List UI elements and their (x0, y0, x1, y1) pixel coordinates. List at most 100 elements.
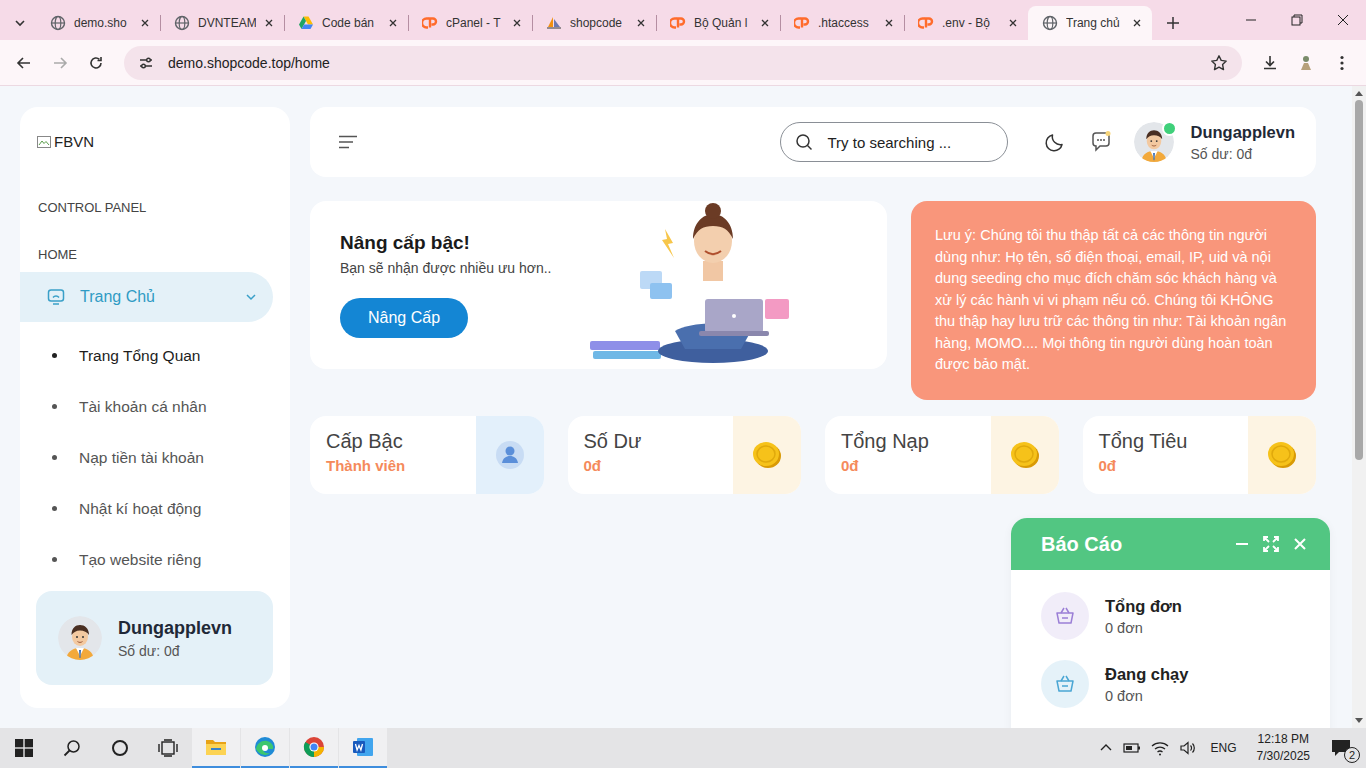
report-title: Báo Cáo (1041, 533, 1122, 556)
taskbar-app[interactable] (241, 728, 289, 768)
forward-button[interactable] (44, 47, 76, 79)
cortana-button[interactable] (96, 728, 144, 768)
menu-button[interactable] (1326, 47, 1358, 79)
taskbar-app[interactable] (290, 728, 338, 768)
user-name: Dungapplevn (118, 618, 232, 639)
messages-button[interactable] (1078, 130, 1124, 154)
cpanel-icon (918, 15, 934, 31)
close-icon[interactable] (1008, 18, 1018, 28)
task-view-button[interactable] (144, 728, 192, 768)
report-widget: Báo CáoTổng đơn0 đơnĐang chạy0 đơn (1011, 518, 1330, 728)
user-balance: Số dư: 0đ (1190, 146, 1295, 162)
stat-icon-box (733, 416, 801, 494)
user-name: Dungapplevn (1190, 123, 1295, 142)
taskbar-app[interactable] (339, 728, 387, 768)
close-icon[interactable] (1132, 18, 1142, 28)
browser-tab[interactable]: Code bán (284, 6, 408, 40)
browser-tab[interactable]: .htaccess (780, 6, 904, 40)
report-header: Báo Cáo (1011, 518, 1330, 570)
theme-toggle-button[interactable] (1032, 131, 1078, 153)
submenu-item[interactable]: Tài khoản cá nhân (20, 381, 273, 432)
close-icon[interactable] (1292, 536, 1308, 552)
chevron-up-icon[interactable] (1099, 741, 1113, 755)
downloads-button[interactable] (1254, 47, 1286, 79)
submenu-item[interactable]: Nạp tiền tài khoản (20, 432, 273, 483)
bullet-dot (52, 455, 57, 460)
close-icon[interactable] (388, 18, 398, 28)
notice-card: Lưu ý: Chúng tôi thu thập tất cả các thô… (911, 201, 1316, 400)
tab-title: Trang chủ (1066, 16, 1124, 30)
stat-icon-box (476, 416, 544, 494)
browser-tab[interactable]: shopcode (532, 6, 656, 40)
back-button[interactable] (8, 47, 40, 79)
browser-tab[interactable]: Bộ Quản l (656, 6, 780, 40)
minimize-button[interactable] (1228, 0, 1274, 40)
browser-tab[interactable]: cPanel - T (408, 6, 532, 40)
extension-button[interactable] (1290, 47, 1322, 79)
volume-icon[interactable] (1179, 740, 1197, 756)
wifi-icon[interactable] (1151, 740, 1169, 756)
logo[interactable]: FBVN (20, 133, 273, 150)
close-icon[interactable] (884, 18, 894, 28)
browser-tab[interactable]: DVNTEAM (160, 6, 284, 40)
arrow-up-icon (1355, 90, 1363, 96)
taskbar-app[interactable] (192, 728, 240, 768)
expand-icon[interactable] (1262, 535, 1280, 553)
browser-tab[interactable]: Trang chủ (1028, 6, 1152, 40)
tab-title: .env - Bộ (942, 16, 1000, 30)
close-icon[interactable] (636, 18, 646, 28)
close-icon[interactable] (760, 18, 770, 28)
submenu-label: Nhật kí hoạt động (79, 500, 201, 518)
restore-icon (1291, 14, 1303, 26)
submenu-label: Nạp tiền tài khoản (79, 449, 204, 467)
report-icon-box (1041, 660, 1089, 708)
address-bar[interactable]: demo.shopcode.top/home (124, 46, 1242, 80)
notification-button[interactable]: 2 (1324, 739, 1358, 757)
battery-icon[interactable] (1123, 741, 1141, 755)
close-window-button[interactable] (1320, 0, 1366, 40)
browser-tab[interactable]: .env - Bộ (904, 6, 1028, 40)
coin-icon (1009, 439, 1041, 471)
group-caption: HOME (20, 247, 273, 262)
search-button[interactable] (48, 728, 96, 768)
minimize-icon[interactable] (1234, 536, 1250, 552)
tab-search-button[interactable] (6, 6, 34, 40)
close-icon[interactable] (140, 18, 150, 28)
menu-toggle-button[interactable] (338, 135, 358, 149)
submenu-item[interactable]: Tạo website riêng (20, 534, 273, 585)
new-tab-button[interactable] (1156, 6, 1190, 40)
submenu-label: Trang Tổng Quan (79, 347, 201, 365)
start-button[interactable] (0, 728, 48, 768)
stat-label: Tổng Tiêu (1099, 430, 1249, 453)
desktop: demo.shoDVNTEAM Code bán cPanel - Tshopcod… (0, 0, 1366, 768)
menu-item[interactable]: Trang Chủ (20, 272, 273, 322)
upgrade-button[interactable]: Nâng Cấp (340, 298, 468, 338)
scrollbar-thumb[interactable] (1355, 100, 1363, 460)
star-icon[interactable] (1210, 54, 1228, 72)
stat-label: Cấp Bậc (326, 430, 476, 453)
reload-button[interactable] (80, 47, 112, 79)
tab-title: Code bán (322, 16, 380, 30)
scrollbar[interactable] (1352, 86, 1366, 728)
submenu-item[interactable]: Nhật kí hoạt động (20, 483, 273, 534)
site-settings-icon[interactable] (138, 55, 154, 71)
header-user[interactable]: Dungapplevn Số dư: 0đ (1134, 122, 1295, 162)
clock[interactable]: 12:18 PM7/30/2025 (1249, 731, 1318, 765)
upgrade-title: Nâng cấp bậc! (340, 232, 585, 254)
close-icon[interactable] (512, 18, 522, 28)
stat-value: 0đ (1099, 457, 1249, 474)
tab-title: Bộ Quản l (694, 16, 752, 30)
task-view-icon (158, 739, 178, 757)
user-card[interactable]: DungapplevnSố dư: 0đ (36, 591, 273, 685)
search-icon (63, 739, 81, 757)
language-indicator[interactable]: ENG (1205, 741, 1243, 755)
logo-alt-text: FBVN (54, 133, 94, 150)
stat-label: Số Dư (584, 430, 734, 453)
browser-tab[interactable]: demo.sho (36, 6, 160, 40)
restore-button[interactable] (1274, 0, 1320, 40)
stat-value: 0đ (584, 457, 734, 474)
close-icon[interactable] (264, 18, 274, 28)
submenu-item[interactable]: Trang Tổng Quan (20, 330, 273, 381)
search-field[interactable]: Try to searching ... (780, 122, 1008, 162)
url-text: demo.shopcode.top/home (168, 55, 1196, 71)
